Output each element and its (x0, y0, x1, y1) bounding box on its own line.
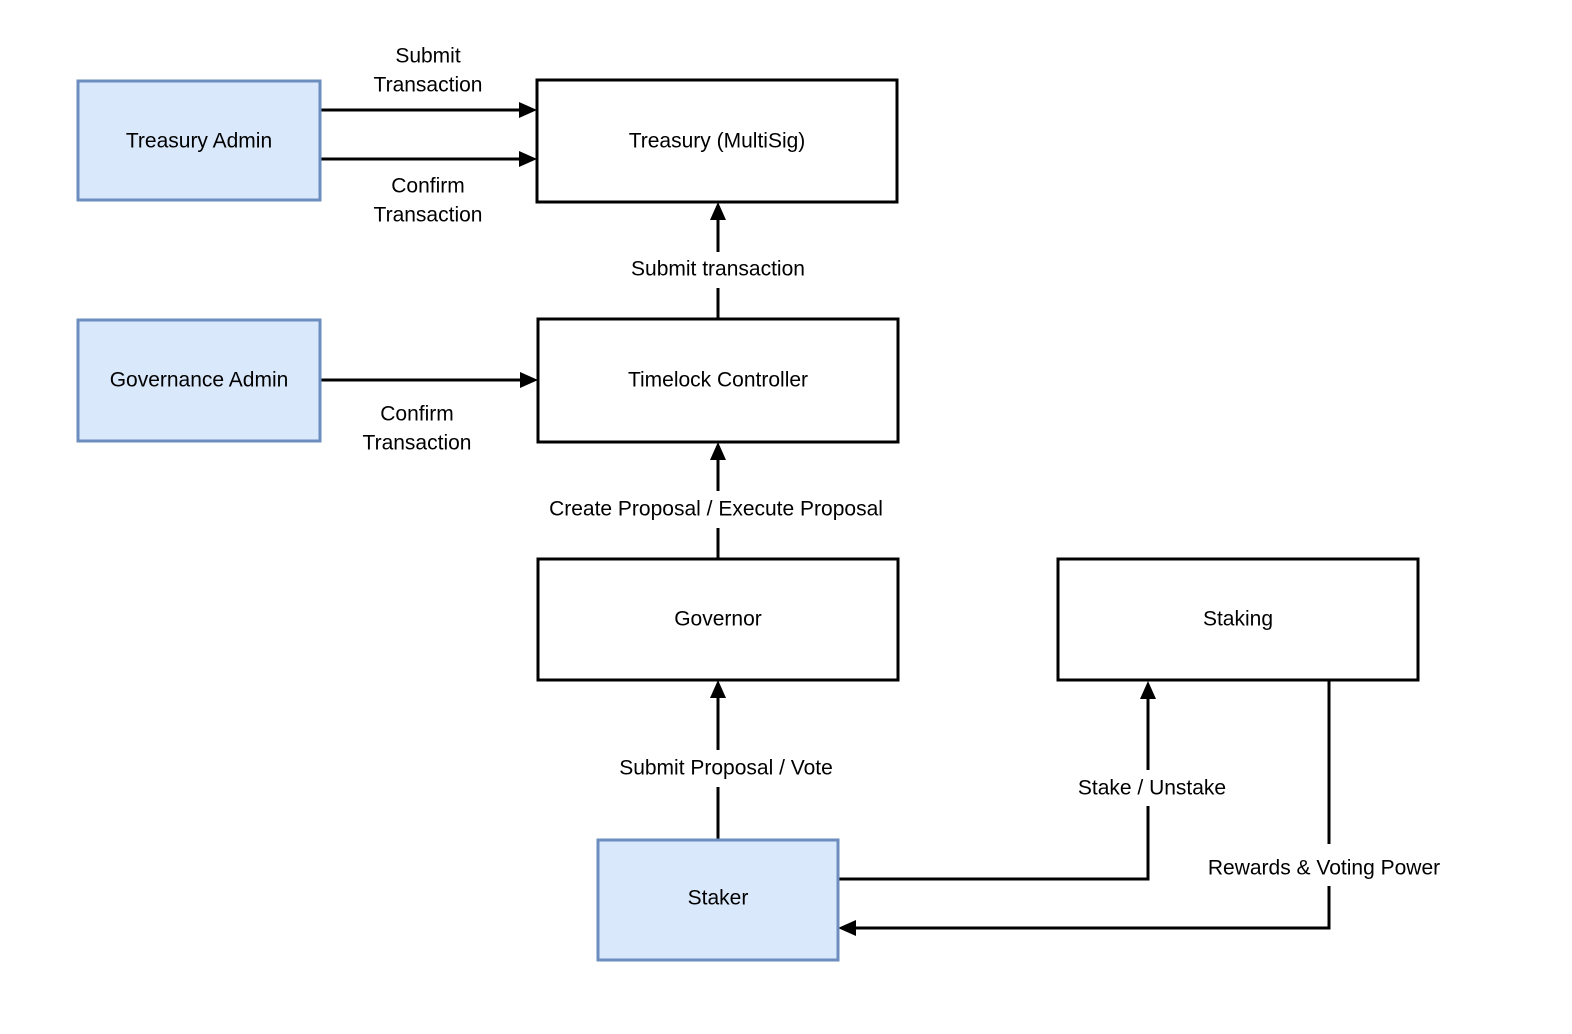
edge-label-confirm-transaction-governance-line2: Transaction (363, 432, 472, 455)
edge-label-confirm-transaction-admin-line1: Confirm (391, 175, 465, 198)
diagram-canvas: Submit Transaction Confirm Transaction S… (0, 0, 1572, 1034)
node-label-governance-admin: Governance Admin (110, 369, 289, 392)
arrowhead-submit-transaction-timelock (710, 202, 726, 220)
node-label-treasury-multisig: Treasury (MultiSig) (629, 130, 806, 153)
edge-confirm-transaction-admin: Confirm Transaction (320, 151, 537, 227)
edge-label-rewards-voting-power: Rewards & Voting Power (1208, 857, 1440, 880)
edge-label-confirm-transaction-governance-line1: Confirm (380, 403, 454, 426)
node-label-governor: Governor (674, 608, 762, 631)
edge-label-submit-proposal-vote: Submit Proposal / Vote (619, 757, 833, 780)
edge-label-confirm-transaction-admin-line2: Transaction (374, 204, 483, 227)
node-treasury-admin[interactable]: Treasury Admin (76, 79, 322, 202)
node-label-treasury-admin: Treasury Admin (126, 130, 272, 153)
edge-submit-proposal-vote: Submit Proposal / Vote (619, 680, 833, 840)
node-label-staking: Staking (1203, 608, 1273, 631)
arrowhead-submit-transaction-admin (519, 102, 537, 118)
node-governance-admin[interactable]: Governance Admin (76, 318, 322, 443)
node-label-timelock-controller: Timelock Controller (628, 369, 808, 392)
arrowhead-submit-proposal-vote (710, 680, 726, 698)
edge-submit-transaction-admin: Submit Transaction (320, 45, 537, 118)
arrowhead-stake-unstake (1140, 681, 1156, 699)
edge-rewards-voting-power: Rewards & Voting Power (838, 681, 1440, 936)
edge-line-stake-unstake-lower (838, 806, 1150, 881)
edge-label-submit-transaction-admin-line2: Transaction (374, 74, 483, 97)
arrowhead-confirm-transaction-governance (520, 372, 538, 388)
edge-label-create-execute-proposal: Create Proposal / Execute Proposal (549, 498, 883, 521)
arrowhead-rewards-voting-power (838, 920, 856, 936)
node-staking[interactable]: Staking (1056, 557, 1420, 682)
edge-stake-unstake: Stake / Unstake (838, 681, 1226, 881)
node-treasury-multisig[interactable]: Treasury (MultiSig) (535, 78, 899, 204)
arrowhead-create-execute-proposal (710, 442, 726, 460)
edge-label-submit-transaction-admin-line1: Submit (395, 45, 461, 68)
governance-architecture-diagram: Submit Transaction Confirm Transaction S… (76, 45, 1440, 962)
edge-submit-transaction-timelock: Submit transaction (631, 202, 805, 319)
edge-create-execute-proposal: Create Proposal / Execute Proposal (549, 442, 883, 559)
edge-line-rewards-voting-power-lower (850, 886, 1331, 930)
edge-label-submit-transaction-timelock: Submit transaction (631, 258, 805, 281)
edge-label-stake-unstake: Stake / Unstake (1078, 777, 1226, 800)
node-timelock-controller[interactable]: Timelock Controller (536, 317, 900, 444)
node-governor[interactable]: Governor (536, 557, 900, 682)
node-label-staker: Staker (688, 887, 749, 910)
edge-confirm-transaction-governance: Confirm Transaction (320, 372, 538, 455)
arrowhead-confirm-transaction-admin (519, 151, 537, 167)
node-staker[interactable]: Staker (596, 838, 840, 962)
